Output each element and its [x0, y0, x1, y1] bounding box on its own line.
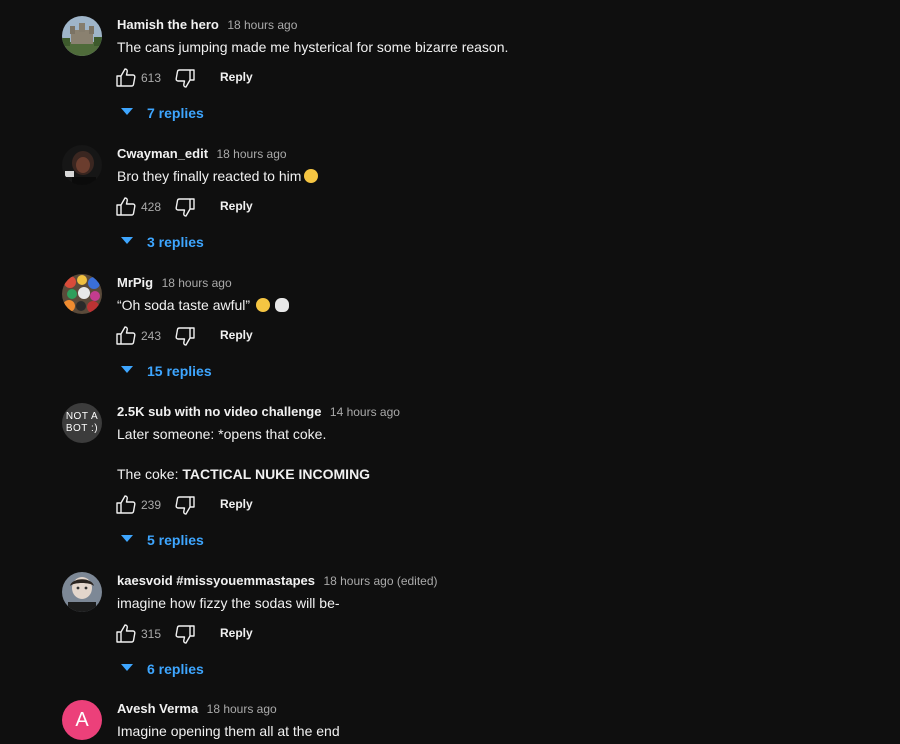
- comment-text: Imagine opening them all at the end: [117, 723, 340, 739]
- replies-count-label: 5 replies: [147, 532, 204, 548]
- caret-down-icon: [121, 366, 133, 373]
- comment-actions: 428 Reply: [114, 193, 877, 221]
- thumbs-up-icon[interactable]: [114, 195, 138, 219]
- comment-author[interactable]: MrPig: [117, 275, 153, 290]
- comment-author[interactable]: 2.5K sub with no video challenge: [117, 404, 321, 419]
- thumbs-down-icon[interactable]: [173, 622, 197, 646]
- reply-button[interactable]: Reply: [220, 70, 253, 84]
- like-count: 428: [141, 200, 162, 214]
- comment-text: The cans jumping made me hysterical for …: [117, 39, 509, 55]
- reply-button[interactable]: Reply: [220, 328, 253, 342]
- comment-timestamp[interactable]: 18 hours ago: [227, 18, 297, 32]
- like-count: 239: [141, 498, 162, 512]
- comment-author[interactable]: Hamish the hero: [117, 17, 219, 32]
- view-replies-button[interactable]: 7 replies: [121, 101, 881, 125]
- comment-text: Bro they finally reacted to him: [117, 166, 877, 186]
- avatar-text: BOT :): [65, 423, 99, 434]
- thumbs-down-icon[interactable]: [173, 66, 197, 90]
- thumbs-up-icon[interactable]: [114, 324, 138, 348]
- thumbs-up-icon[interactable]: [114, 493, 138, 517]
- caret-down-icon: [121, 535, 133, 542]
- comment-timestamp[interactable]: 18 hours ago: [217, 147, 287, 161]
- view-replies-button[interactable]: 6 replies: [121, 657, 881, 681]
- comments-section: Hamish the hero 18 hours ago The cans ju…: [0, 0, 900, 744]
- avatar[interactable]: [62, 572, 102, 612]
- comment-text: “Oh soda taste awful”: [117, 295, 877, 315]
- thumbs-down-icon[interactable]: [173, 324, 197, 348]
- dark-portrait-icon: [62, 145, 102, 185]
- like-count: 613: [141, 71, 162, 85]
- comment-timestamp[interactable]: 18 hours ago: [162, 276, 232, 290]
- replies-count-label: 15 replies: [147, 363, 212, 379]
- comment-timestamp[interactable]: 18 hours ago (edited): [323, 574, 437, 588]
- replies-count-label: 7 replies: [147, 105, 204, 121]
- avatar[interactable]: A: [62, 700, 102, 740]
- comment-text: Later someone: *opens that coke. The cok…: [117, 426, 371, 482]
- collage-icon: [62, 274, 102, 314]
- replies-count-label: 6 replies: [147, 661, 204, 677]
- avatar-letter: A: [75, 709, 89, 731]
- comment-actions: 315 Reply: [114, 620, 877, 648]
- person-photo-icon: [62, 572, 102, 612]
- avatar[interactable]: [62, 16, 102, 56]
- sweat-smile-emoji-icon: [304, 169, 319, 183]
- caret-down-icon: [121, 237, 133, 244]
- reply-button[interactable]: Reply: [220, 497, 253, 511]
- comment-actions: 239 Reply: [114, 491, 877, 519]
- skull-emoji-icon: [275, 298, 290, 312]
- comment-actions: 243 Reply: [114, 322, 877, 350]
- comment-author[interactable]: Avesh Verma: [117, 701, 198, 716]
- reply-button[interactable]: Reply: [220, 199, 253, 213]
- view-replies-button[interactable]: 5 replies: [121, 528, 881, 552]
- comment-author[interactable]: Cwayman_edit: [117, 146, 208, 161]
- view-replies-button[interactable]: 15 replies: [121, 359, 881, 383]
- thumbs-down-icon[interactable]: [173, 493, 197, 517]
- thumbs-up-icon[interactable]: [114, 622, 138, 646]
- avatar[interactable]: [62, 274, 102, 314]
- replies-count-label: 3 replies: [147, 234, 204, 250]
- thumbs-down-icon[interactable]: [173, 195, 197, 219]
- caret-down-icon: [121, 664, 133, 671]
- rofl-emoji-icon: [256, 298, 271, 312]
- comment-timestamp[interactable]: 18 hours ago: [207, 702, 277, 716]
- comment-timestamp[interactable]: 14 hours ago: [330, 405, 400, 419]
- comment-text: imagine how fizzy the sodas will be-: [117, 595, 340, 611]
- castle-photo-icon: [62, 16, 102, 56]
- comment-author[interactable]: kaesvoid #missyouemmastapes: [117, 573, 315, 588]
- view-replies-button[interactable]: 3 replies: [121, 230, 881, 254]
- like-count: 243: [141, 329, 162, 343]
- avatar[interactable]: NOT A BOT :): [62, 403, 102, 443]
- comment-actions: 613 Reply: [114, 64, 877, 92]
- avatar-text: NOT A: [65, 411, 99, 422]
- like-count: 315: [141, 627, 162, 641]
- avatar[interactable]: [62, 145, 102, 185]
- thumbs-up-icon[interactable]: [114, 66, 138, 90]
- reply-button[interactable]: Reply: [220, 626, 253, 640]
- caret-down-icon: [121, 108, 133, 115]
